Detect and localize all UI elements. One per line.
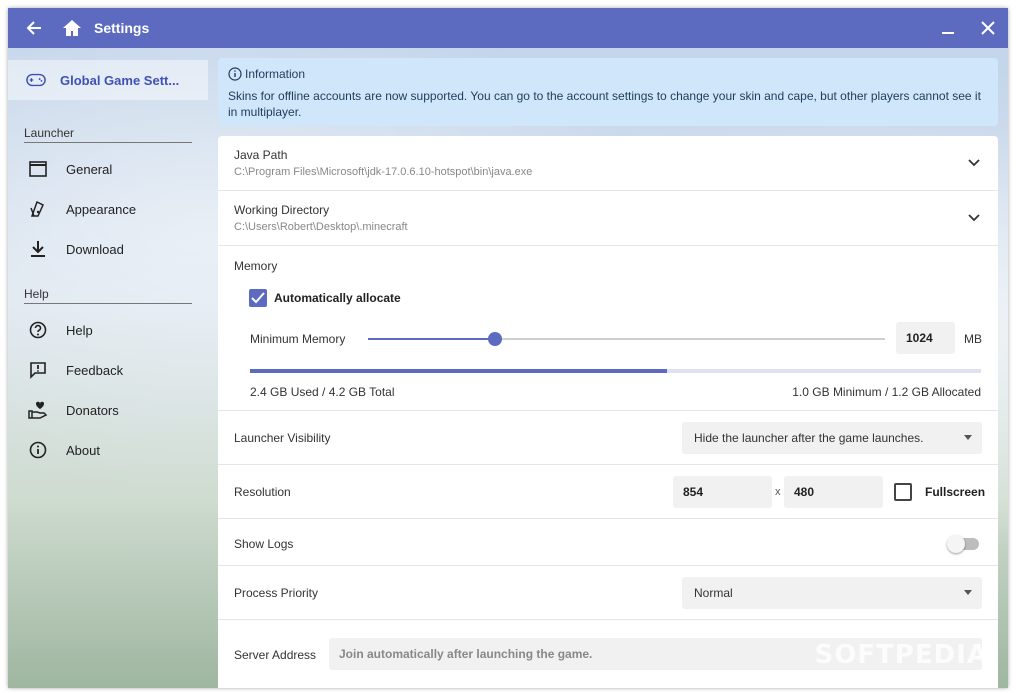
feedback-icon [28, 360, 48, 380]
process-priority-value: Normal [694, 586, 733, 600]
launcher-visibility-row: Launcher Visibility Hide the launcher af… [218, 411, 998, 465]
minimum-memory-slider-fill [368, 338, 495, 340]
resolution-row: Resolution 854 x 480 Fullscreen [218, 465, 998, 519]
sidebar-section-launcher: Launcher [24, 126, 192, 143]
minimum-memory-slider-thumb[interactable] [488, 332, 502, 346]
java-path-label: Java Path [234, 148, 288, 162]
process-priority-label: Process Priority [234, 586, 319, 600]
memory-used-text: 2.4 GB Used / 4.2 GB Total [250, 385, 395, 399]
sidebar-item-label: Help [66, 322, 93, 338]
sidebar-item-appearance[interactable]: Appearance [8, 191, 208, 227]
chevron-down-icon[interactable] [968, 211, 980, 225]
question-icon [28, 320, 48, 340]
information-header: Information [228, 67, 988, 81]
arrow-left-icon[interactable] [20, 14, 48, 42]
caret-down-icon [964, 590, 972, 595]
softpedia-watermark: SOFTPEDIA [814, 640, 988, 670]
sidebar: Global Game Sett... Launcher General App… [8, 48, 208, 688]
minimum-memory-input[interactable]: 1024 [896, 322, 955, 354]
launcher-visibility-label: Launcher Visibility [234, 431, 331, 445]
resolution-separator: x [775, 486, 781, 498]
memory-section: Memory Automatically allocate Minimum Me… [218, 246, 998, 411]
information-title: Information [245, 67, 306, 81]
home-icon[interactable] [58, 14, 86, 42]
memory-unit-label: MB [964, 332, 982, 346]
sidebar-item-label: About [66, 442, 100, 458]
sidebar-item-label: Appearance [66, 201, 137, 217]
process-priority-row: Process Priority Normal [218, 566, 998, 620]
auto-allocate-label: Automatically allocate [274, 291, 401, 305]
toggle-thumb [947, 535, 965, 553]
sidebar-item-label: Donators [66, 402, 119, 418]
java-path-row[interactable]: Java Path C:\Program Files\Microsoft\jdk… [218, 136, 998, 191]
sidebar-item-label: Feedback [66, 362, 124, 378]
resolution-height-input[interactable]: 480 [784, 476, 883, 508]
title-bar: Settings [8, 8, 1008, 48]
download-icon [28, 239, 48, 259]
show-logs-toggle[interactable] [947, 535, 979, 553]
window-icon [28, 159, 48, 179]
memory-usage-bar-fill [250, 369, 667, 373]
sidebar-item-about[interactable]: About [8, 432, 208, 468]
resolution-width-input[interactable]: 854 [673, 476, 772, 508]
heart-hand-icon [28, 400, 48, 420]
memory-label: Memory [234, 259, 278, 273]
sidebar-item-label: General [66, 161, 113, 177]
sidebar-item-feedback[interactable]: Feedback [8, 352, 208, 388]
working-directory-label: Working Directory [234, 203, 330, 217]
resolution-label: Resolution [234, 485, 291, 499]
palette-icon [28, 199, 48, 219]
auto-allocate-checkbox[interactable] [249, 289, 267, 307]
working-directory-row[interactable]: Working Directory C:\Users\Robert\Deskto… [218, 191, 998, 246]
launcher-visibility-select[interactable]: Hide the launcher after the game launche… [682, 422, 982, 454]
window-title: Settings [94, 20, 150, 36]
sidebar-item-label: Download [66, 241, 124, 257]
settings-panel: Java Path C:\Program Files\Microsoft\jdk… [218, 136, 998, 688]
working-directory-value: C:\Users\Robert\Desktop\.minecraft [234, 221, 408, 233]
information-banner: Information Skins for offline accounts a… [218, 58, 998, 126]
sidebar-item-help[interactable]: Help [8, 312, 208, 348]
fullscreen-checkbox[interactable] [894, 483, 912, 501]
chevron-down-icon[interactable] [968, 156, 980, 170]
information-message: Skins for offline accounts are now suppo… [228, 89, 981, 119]
process-priority-select[interactable]: Normal [682, 577, 982, 609]
memory-allocated-text: 1.0 GB Minimum / 1.2 GB Allocated [792, 385, 981, 399]
gamepad-icon [26, 70, 46, 90]
info-icon [28, 440, 48, 460]
minimize-icon[interactable] [934, 14, 962, 42]
settings-window: Settings Global Game Sett... Launcher Ge… [8, 8, 1008, 688]
sidebar-item-general[interactable]: General [8, 151, 208, 187]
show-logs-row: Show Logs [218, 519, 998, 566]
sidebar-item-download[interactable]: Download [8, 231, 208, 267]
java-path-value: C:\Program Files\Microsoft\jdk-17.0.6.10… [234, 166, 533, 178]
minimum-memory-label: Minimum Memory [250, 332, 346, 346]
sidebar-section-help: Help [24, 287, 192, 304]
sidebar-item-global-game-settings[interactable]: Global Game Sett... [8, 60, 208, 100]
fullscreen-label: Fullscreen [925, 485, 986, 499]
close-icon[interactable] [974, 14, 1002, 42]
launcher-visibility-value: Hide the launcher after the game launche… [694, 431, 924, 445]
info-circle-icon [228, 67, 242, 81]
sidebar-item-label: Global Game Sett... [60, 72, 180, 88]
server-address-label: Server Address [234, 648, 317, 662]
sidebar-item-donators[interactable]: Donators [8, 392, 208, 428]
show-logs-label: Show Logs [234, 537, 294, 551]
caret-down-icon [964, 435, 972, 440]
